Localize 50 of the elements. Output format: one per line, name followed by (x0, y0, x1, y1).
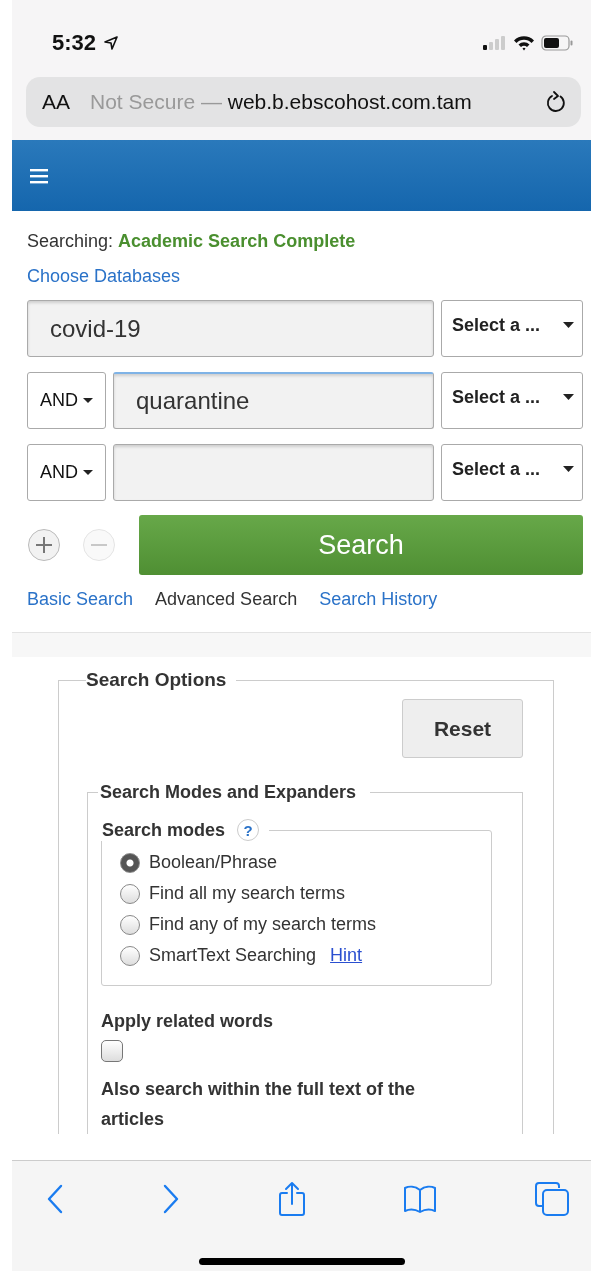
search-nav-link[interactable]: Basic Search (27, 589, 134, 610)
tabs-icon[interactable] (535, 1182, 569, 1216)
add-row-button[interactable] (27, 528, 61, 562)
panel-title: Search Options (86, 669, 228, 691)
clock: 5:32 (52, 29, 97, 56)
option-label: Find all my search terms (149, 883, 346, 904)
reset-button[interactable]: Reset (402, 699, 523, 758)
checkbox[interactable] (101, 1040, 123, 1062)
caret-icon (83, 397, 93, 404)
option-label: Find any of my search terms (149, 914, 377, 935)
option-title: Also search within the full text of the articles (101, 1078, 417, 1131)
radio-button[interactable] (120, 883, 140, 904)
location-arrow-icon (104, 35, 119, 50)
option-label: SmartText Searching (149, 945, 317, 966)
text-size-button[interactable]: AA (42, 90, 70, 114)
forward-icon[interactable] (161, 1184, 180, 1214)
back-icon[interactable] (46, 1184, 64, 1214)
search-field[interactable]: quarantine (113, 372, 434, 429)
option-title: Apply related words (101, 1010, 275, 1033)
search-nav-link[interactable]: Search History (319, 589, 438, 610)
operator-dropdown[interactable]: AND (27, 372, 106, 429)
panel-title: Search Modes and Expanders (99, 782, 358, 803)
menu-icon[interactable] (30, 167, 48, 184)
share-icon[interactable] (277, 1181, 306, 1217)
caret-icon (563, 322, 574, 329)
radio-button[interactable] (120, 852, 140, 873)
group-title: Search modes (102, 819, 226, 841)
radio-button[interactable] (120, 914, 140, 935)
searching-line: Searching: Academic Search Complete (27, 231, 357, 252)
url-text: Not Secure — web.b.ebscohost.com.tam (90, 90, 473, 114)
signal-icon (483, 35, 507, 50)
address-bar[interactable]: AA Not Secure — web.b.ebscohost.com.tam (26, 77, 581, 127)
book-icon[interactable] (403, 1185, 438, 1213)
caret-icon (83, 469, 93, 476)
caret-icon (563, 466, 574, 473)
search-field[interactable]: covid-19 (27, 300, 434, 357)
reload-icon[interactable] (545, 90, 567, 114)
caret-icon (563, 394, 574, 401)
search-nav-link[interactable]: Advanced Search (155, 589, 298, 610)
field-dropdown[interactable]: Select a ... (441, 444, 583, 501)
field-dropdown[interactable]: Select a ... (441, 300, 583, 357)
battery-icon (541, 34, 573, 51)
search-field[interactable] (113, 444, 434, 501)
choose-databases-link[interactable]: Choose Databases (27, 266, 181, 287)
radio-button[interactable] (120, 945, 140, 966)
option-label: Boolean/Phrase (149, 852, 278, 873)
operator-dropdown[interactable]: AND (27, 444, 106, 501)
wifi-icon (513, 34, 535, 51)
hint-link[interactable]: Hint (330, 945, 363, 966)
field-dropdown[interactable]: Select a ... (441, 372, 583, 429)
